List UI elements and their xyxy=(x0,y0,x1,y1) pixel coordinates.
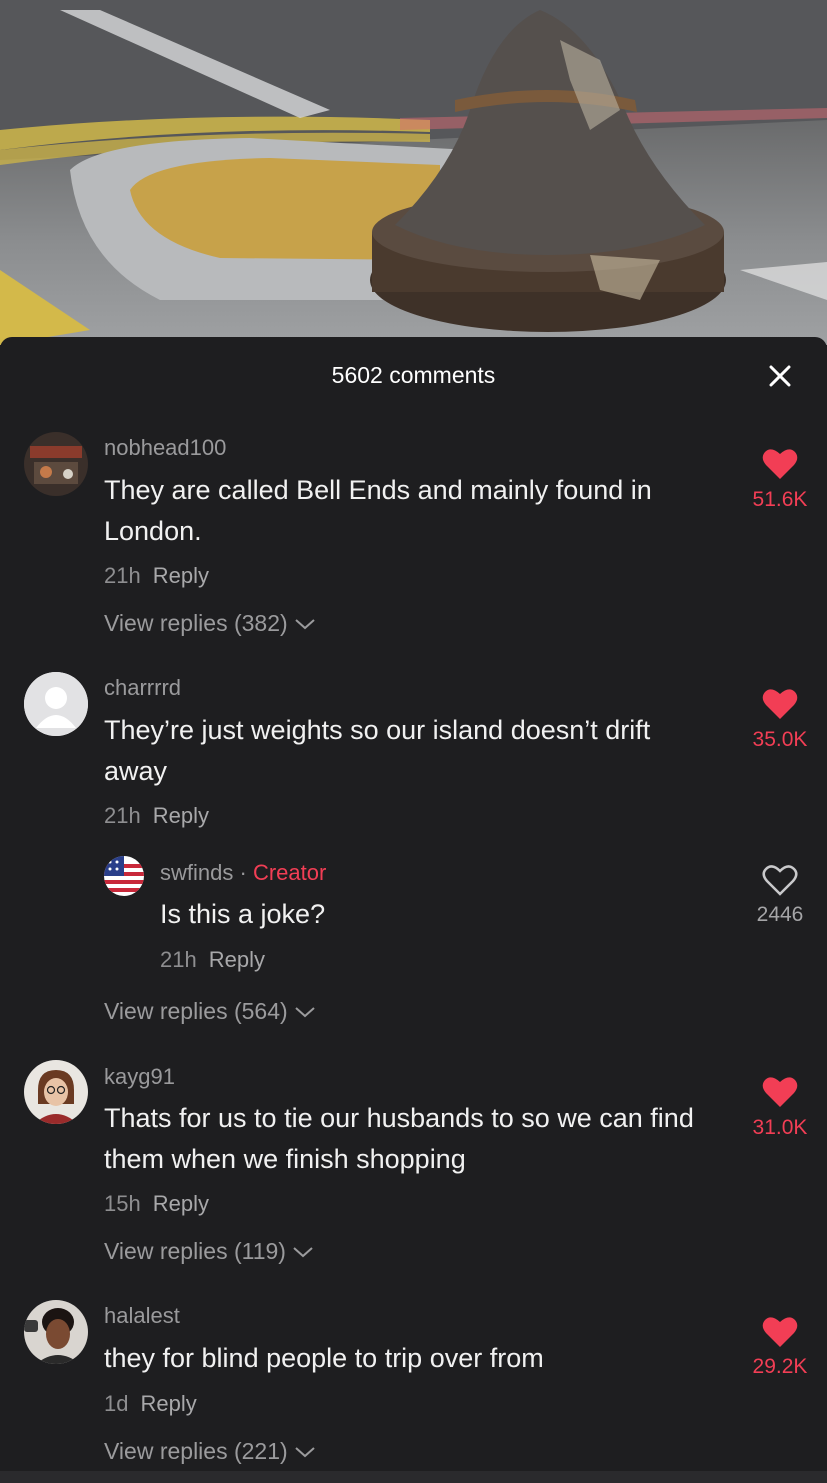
view-replies-button[interactable]: View replies (119) xyxy=(104,1238,314,1265)
close-icon[interactable] xyxy=(762,358,798,394)
reply-button[interactable]: Reply xyxy=(209,947,265,972)
heart-filled-icon[interactable] xyxy=(760,446,800,482)
timestamp: 15h xyxy=(104,1191,141,1216)
like-count: 35.0K xyxy=(752,728,808,751)
like-count: 31.0K xyxy=(752,1116,808,1139)
like-count: 51.6K xyxy=(752,488,808,511)
heart-filled-icon[interactable] xyxy=(760,1074,800,1110)
reply-button[interactable]: Reply xyxy=(153,563,209,588)
separator: · xyxy=(239,860,247,885)
bottom-input-bar[interactable] xyxy=(0,1471,827,1483)
avatar[interactable] xyxy=(104,856,144,896)
reply-button[interactable]: Reply xyxy=(153,1191,209,1216)
heart-filled-icon[interactable] xyxy=(760,1314,800,1350)
chevron-down-icon xyxy=(293,1247,314,1258)
avatar[interactable] xyxy=(24,672,88,736)
username[interactable]: charrrrd xyxy=(104,675,181,701)
timestamp: 21h xyxy=(104,563,141,588)
reply-header: swfinds · Creator xyxy=(160,860,326,886)
heart-outline-icon[interactable] xyxy=(760,862,800,898)
username[interactable]: nobhead100 xyxy=(104,435,226,461)
comment-meta: 15h Reply xyxy=(104,1191,209,1217)
avatar[interactable] xyxy=(24,1060,88,1124)
comment-text: They’re just weights so our island doesn… xyxy=(104,715,651,786)
comment-meta: 1d Reply xyxy=(104,1391,197,1417)
view-replies-button[interactable]: View replies (382) xyxy=(104,610,316,637)
comment-meta: 21h Reply xyxy=(104,803,209,829)
avatar[interactable] xyxy=(24,432,88,496)
comment-meta: 21h Reply xyxy=(160,947,265,973)
username[interactable]: kayg91 xyxy=(104,1064,175,1090)
reply-button[interactable]: Reply xyxy=(153,803,209,828)
timestamp: 1d xyxy=(104,1391,129,1416)
avatar[interactable] xyxy=(24,1300,88,1364)
reply-button[interactable]: Reply xyxy=(140,1391,196,1416)
comment-text: Thats for us to tie our husbands to so w… xyxy=(104,1103,694,1174)
timestamp: 21h xyxy=(104,803,141,828)
comment-text: They are called Bell Ends and mainly fou… xyxy=(104,475,652,546)
like-count: 29.2K xyxy=(752,1355,808,1378)
heart-filled-icon[interactable] xyxy=(760,686,800,722)
comment-text: they for blind people to trip over from xyxy=(104,1343,544,1373)
creator-badge: Creator xyxy=(252,860,327,885)
like-count: 2446 xyxy=(756,903,804,926)
chevron-down-icon xyxy=(295,619,315,630)
chevron-down-icon xyxy=(295,1447,315,1458)
comment-meta: 21h Reply xyxy=(104,563,209,589)
chevron-down-icon xyxy=(295,1007,315,1018)
username[interactable]: swfinds xyxy=(160,860,233,885)
username[interactable]: halalest xyxy=(104,1303,180,1329)
view-replies-button[interactable]: View replies (221) xyxy=(104,1438,316,1465)
comment-text: Is this a joke? xyxy=(160,899,326,929)
comments-count-title: 5602 comments xyxy=(331,362,496,388)
bollard-photo xyxy=(0,0,827,345)
timestamp: 21h xyxy=(160,947,197,972)
view-replies-button[interactable]: View replies (564) xyxy=(104,998,316,1025)
video-frame[interactable] xyxy=(0,0,827,345)
